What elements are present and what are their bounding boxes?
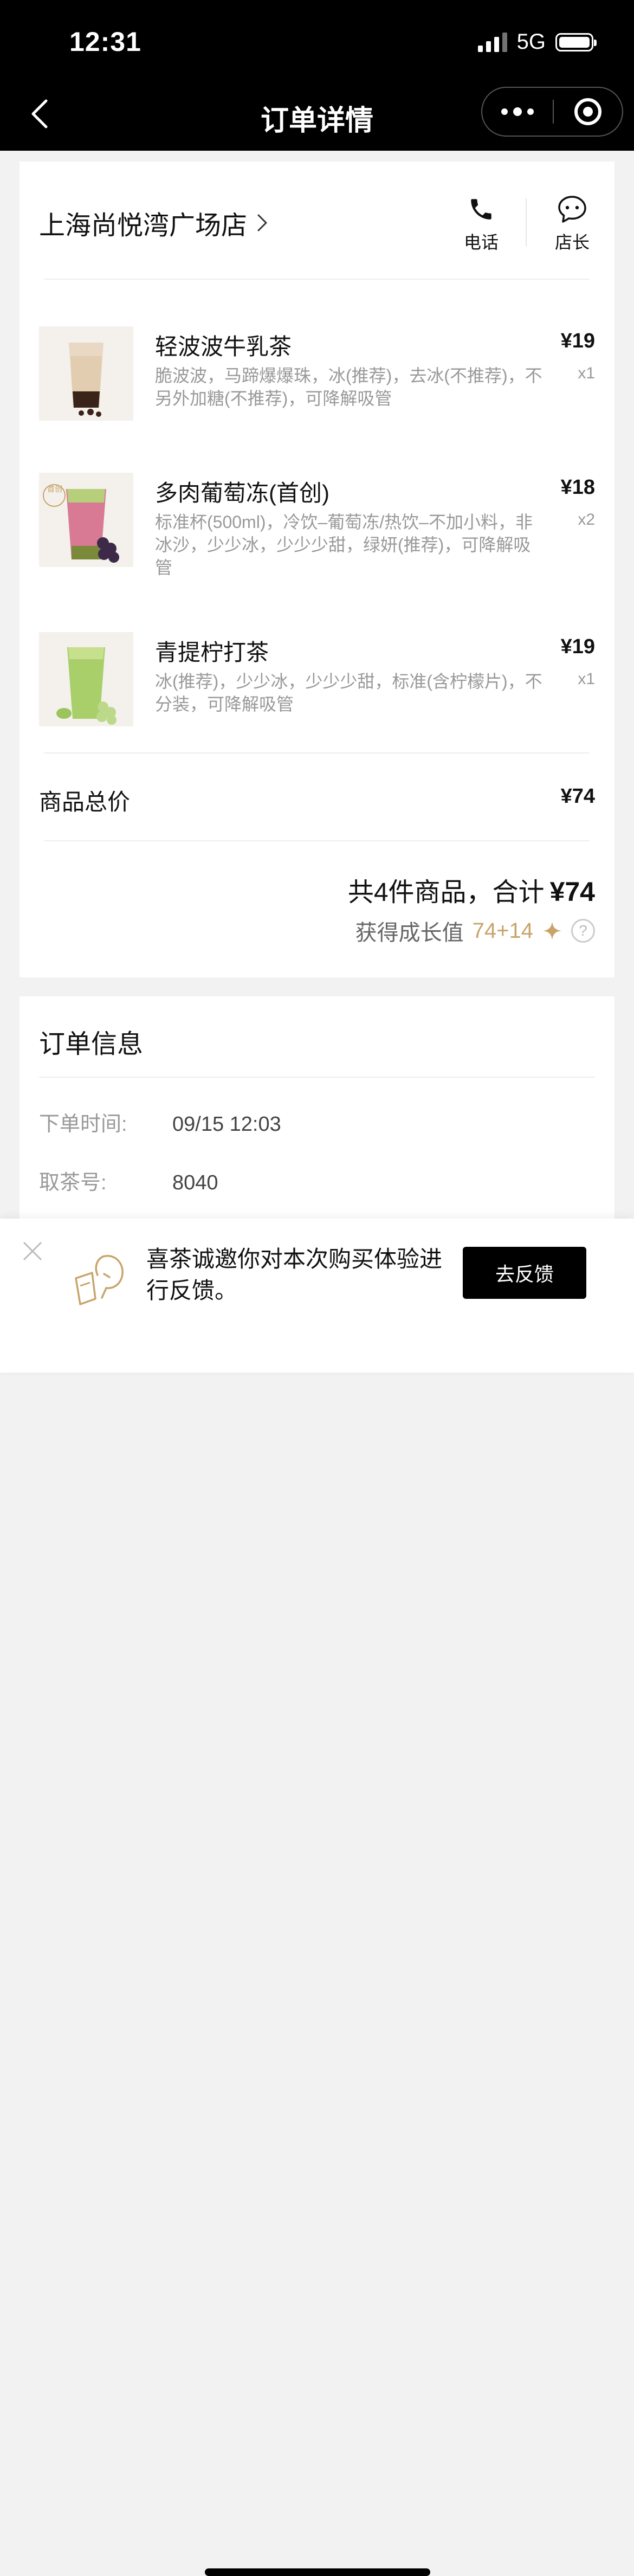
- growth-value: 74+14: [472, 918, 533, 943]
- signal-icon: [477, 32, 507, 52]
- manager-button[interactable]: 店长: [540, 193, 605, 254]
- total-amount: ¥74: [549, 877, 595, 907]
- network-label: 5G: [516, 30, 546, 54]
- store-name: 上海尚悦湾广场店: [39, 211, 248, 240]
- product-image: [39, 326, 133, 421]
- home-indicator: [205, 2568, 430, 2576]
- order-item[interactable]: 轻波波牛乳茶 脆波波，马蹄爆爆珠，冰(推荐)，去冰(不推荐)，不另外加糖(不推荐…: [39, 326, 595, 424]
- order-time-value: 09/15 12:03: [172, 1113, 281, 1136]
- target-icon: [574, 98, 601, 125]
- growth-label: 获得成长值: [355, 921, 464, 945]
- item-options: 脆波波，马蹄爆爆珠，冰(推荐)，去冰(不推荐)，不另外加糖(不推荐)，可降解吸管: [155, 366, 542, 408]
- pickup-number-value: 8040: [172, 1171, 218, 1194]
- chevron-right-icon: [257, 214, 267, 231]
- order-time-label: 下单时间:: [39, 1113, 127, 1136]
- item-options: 冰(推荐)，少少冰，少少少甜，标准(含柠檬片)，不分装，可降解吸管: [155, 672, 542, 714]
- order-card: 上海尚悦湾广场店 电话 店长 轻波波牛乳茶 脆波波，马蹄爆爆珠，冰(推荐)，去冰…: [20, 162, 614, 977]
- status-indicators: 5G: [477, 30, 597, 54]
- item-name: 青提柠打茶: [155, 640, 269, 665]
- top-bar: 12:31 5G 订单详情: [0, 0, 634, 151]
- item-price: ¥18: [560, 476, 595, 499]
- heytea-mascot-icon: [70, 1246, 130, 1311]
- item-price: ¥19: [560, 330, 595, 352]
- order-item[interactable]: 青提柠打茶 冰(推荐)，少少冰，少少少甜，标准(含柠檬片)，不分装，可降解吸管 …: [39, 632, 595, 730]
- product-image: [39, 632, 133, 726]
- total-prefix: 共4件商品，合计: [347, 878, 545, 907]
- status-time: 12:31: [69, 27, 141, 57]
- pickup-number-row: 取茶号: 8040: [39, 1165, 218, 1195]
- sparkle-icon: [543, 922, 561, 940]
- battery-icon: [555, 33, 597, 51]
- item-options: 标准杯(500ml)，冷饮–葡萄冻/热饮–不加小料，非冰沙，少少冰，少少少甜，绿…: [155, 512, 533, 577]
- feedback-text: 喜茶诚邀你对本次购买体验进行反馈。: [146, 1246, 443, 1303]
- item-price: ¥19: [560, 635, 595, 658]
- order-item[interactable]: 首创 多肉葡萄冻(首创) 标准杯(500ml)，冷饮–葡萄冻/热饮–不加小料，非…: [39, 473, 595, 587]
- close-miniprogram-button[interactable]: [554, 98, 622, 125]
- close-icon: [23, 1241, 42, 1261]
- order-info-title: 订单信息: [39, 1030, 144, 1059]
- subtotal-value: ¥74: [560, 785, 595, 808]
- phone-button[interactable]: 电话: [449, 193, 514, 254]
- more-button[interactable]: [482, 88, 553, 136]
- store-link[interactable]: 上海尚悦湾广场店: [39, 204, 268, 242]
- order-time-row: 下单时间: 09/15 12:03: [39, 1107, 281, 1137]
- manager-label: 店长: [554, 233, 590, 252]
- item-quantity: x1: [578, 364, 595, 382]
- order-info-card: 订单信息 下单时间: 09/15 12:03 取茶号: 8040: [20, 996, 614, 1219]
- order-total: 共4件商品，合计 ¥74: [348, 871, 595, 909]
- first-creation-badge: 首创: [47, 485, 62, 493]
- feedback-button[interactable]: 去反馈: [463, 1247, 586, 1299]
- feedback-close-button[interactable]: [22, 1240, 43, 1262]
- phone-icon: [471, 199, 491, 220]
- item-quantity: x2: [578, 511, 595, 529]
- pickup-number-label: 取茶号:: [39, 1171, 107, 1194]
- item-quantity: x1: [578, 670, 595, 688]
- product-image: 首创: [39, 473, 133, 567]
- subtotal-label: 商品总价: [39, 789, 131, 815]
- help-icon[interactable]: ?: [571, 919, 595, 943]
- chat-bubble-icon: [558, 196, 586, 223]
- item-name: 轻波波牛乳茶: [155, 334, 292, 359]
- phone-label: 电话: [463, 233, 499, 252]
- growth-points: 获得成长值 74+14 ?: [355, 915, 595, 946]
- item-name: 多肉葡萄冻(首创): [155, 480, 329, 506]
- mini-program-capsule: [481, 87, 623, 137]
- feedback-banner: 喜茶诚邀你对本次购买体验进行反馈。 去反馈: [0, 1219, 634, 2576]
